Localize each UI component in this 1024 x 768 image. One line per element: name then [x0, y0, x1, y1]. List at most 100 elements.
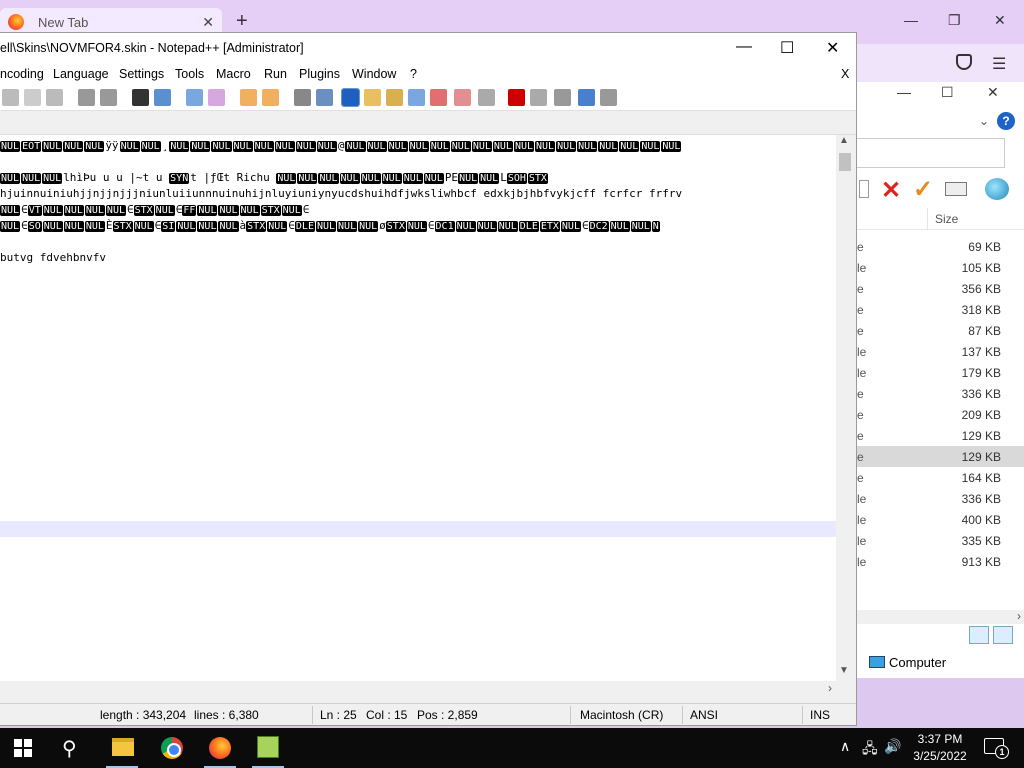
- file-row[interactable]: e 69 KB: [857, 236, 1024, 257]
- taskbar-file-explorer[interactable]: [98, 728, 146, 768]
- word-wrap-icon[interactable]: [294, 89, 311, 106]
- explorer-minimize-button[interactable]: —: [897, 84, 911, 100]
- volume-icon[interactable]: 🔊: [884, 738, 901, 755]
- replace-icon[interactable]: [154, 89, 171, 106]
- file-row[interactable]: e 87 KB: [857, 320, 1024, 341]
- paste-icon[interactable]: [46, 89, 63, 106]
- stop-macro-icon[interactable]: [530, 89, 547, 106]
- explorer-horizontal-scrollbar[interactable]: ›: [857, 609, 1024, 624]
- sync-horizontal-icon[interactable]: [262, 89, 279, 106]
- browser-minimize-button[interactable]: —: [904, 12, 918, 28]
- monitoring-icon[interactable]: [478, 89, 495, 106]
- npp-titlebar[interactable]: ell\Skins\NOVMFOR4.skin - Notepad++ [Adm…: [0, 33, 856, 63]
- npp-close-button[interactable]: ✕: [826, 38, 839, 58]
- chevron-down-icon[interactable]: ⌄: [979, 114, 989, 128]
- column-separator[interactable]: [927, 208, 928, 230]
- undo-icon[interactable]: [78, 89, 95, 106]
- cut-icon[interactable]: [2, 89, 19, 106]
- tab-close-icon[interactable]: ✕: [202, 14, 214, 31]
- file-row[interactable]: le 105 KB: [857, 257, 1024, 278]
- file-row[interactable]: le 179 KB: [857, 362, 1024, 383]
- file-row[interactable]: e 164 KB: [857, 467, 1024, 488]
- find-icon[interactable]: [132, 89, 149, 106]
- folder-workspace-icon[interactable]: [454, 89, 471, 106]
- record-macro-icon[interactable]: [508, 89, 525, 106]
- taskbar-notepad-plus-plus[interactable]: [244, 728, 292, 768]
- pocket-icon[interactable]: [956, 54, 972, 70]
- file-row[interactable]: le 335 KB: [857, 530, 1024, 551]
- file-row-selected[interactable]: e 129 KB: [857, 446, 1024, 467]
- column-size-header[interactable]: Size: [935, 212, 958, 226]
- scroll-right-icon[interactable]: ›: [828, 681, 832, 695]
- doc-list-icon[interactable]: [408, 89, 425, 106]
- copy-icon[interactable]: [24, 89, 41, 106]
- npp-editor[interactable]: NUL EOT NUL NUL NUL ÿÿ NUL NUL ¸ NUL NUL NUL NUL NUL N…: [0, 135, 836, 681]
- menu-window[interactable]: Window: [352, 67, 396, 81]
- browser-restore-button[interactable]: ❐: [948, 12, 961, 29]
- details-view-icon[interactable]: [969, 626, 989, 644]
- npp-maximize-button[interactable]: ☐: [780, 38, 794, 58]
- help-icon[interactable]: ?: [997, 112, 1015, 130]
- browser-close-button[interactable]: ✕: [994, 12, 1006, 29]
- file-row[interactable]: e 318 KB: [857, 299, 1024, 320]
- sync-vertical-icon[interactable]: [240, 89, 257, 106]
- menu-settings[interactable]: Settings: [119, 67, 164, 81]
- close-document-button[interactable]: X: [841, 67, 849, 81]
- status-insert-mode[interactable]: INS: [810, 708, 830, 722]
- scroll-up-icon[interactable]: ▲: [839, 135, 849, 146]
- taskbar-clock[interactable]: 3:37 PM 3/25/2022: [908, 731, 972, 765]
- show-all-characters-icon[interactable]: [316, 89, 333, 106]
- save-macro-icon[interactable]: [600, 89, 617, 106]
- new-tab-button[interactable]: +: [236, 10, 248, 33]
- run-macro-multiple-icon[interactable]: [578, 89, 595, 106]
- file-row[interactable]: le 400 KB: [857, 509, 1024, 530]
- status-eol[interactable]: Macintosh (CR): [580, 708, 663, 722]
- function-list-icon[interactable]: [430, 89, 447, 106]
- explorer-close-button[interactable]: ✕: [987, 84, 999, 101]
- notification-center-button[interactable]: 1: [984, 738, 1009, 759]
- scrollbar-thumb[interactable]: [839, 153, 851, 171]
- file-row[interactable]: e 356 KB: [857, 278, 1024, 299]
- tray-overflow-chevron[interactable]: ∧: [840, 738, 850, 755]
- file-row[interactable]: le 336 KB: [857, 488, 1024, 509]
- taskbar-firefox[interactable]: [196, 728, 244, 768]
- scroll-right-icon[interactable]: ›: [1017, 609, 1021, 623]
- status-encoding[interactable]: ANSI: [690, 708, 718, 722]
- scroll-down-icon[interactable]: ▼: [839, 665, 849, 676]
- file-row[interactable]: e 129 KB: [857, 425, 1024, 446]
- rename-icon[interactable]: [945, 182, 967, 196]
- browser-menu-icon[interactable]: ☰: [992, 54, 1006, 74]
- npp-minimize-button[interactable]: —: [736, 38, 752, 56]
- panel-icon[interactable]: [859, 180, 869, 198]
- network-icon[interactable]: 🖧: [862, 738, 878, 762]
- file-row[interactable]: le 137 KB: [857, 341, 1024, 362]
- menu-tools[interactable]: Tools: [175, 67, 204, 81]
- menu-plugins[interactable]: Plugins: [299, 67, 340, 81]
- explorer-search-input[interactable]: [857, 138, 1005, 168]
- play-macro-icon[interactable]: [554, 89, 571, 106]
- file-row[interactable]: le 913 KB: [857, 551, 1024, 572]
- taskbar-chrome[interactable]: [148, 728, 196, 768]
- menu-run[interactable]: Run: [264, 67, 287, 81]
- file-row[interactable]: e 336 KB: [857, 383, 1024, 404]
- redo-icon[interactable]: [100, 89, 117, 106]
- npp-horizontal-scrollbar[interactable]: ›: [0, 681, 836, 697]
- menu-language[interactable]: Language: [53, 67, 109, 81]
- explorer-maximize-button[interactable]: ☐: [941, 84, 954, 101]
- menu-macro[interactable]: Macro: [216, 67, 251, 81]
- menu-encoding[interactable]: ncoding: [0, 67, 44, 81]
- globe-icon[interactable]: [985, 178, 1009, 200]
- file-row[interactable]: e 209 KB: [857, 404, 1024, 425]
- doc-map-icon[interactable]: [386, 89, 403, 106]
- indent-guide-icon[interactable]: [341, 88, 360, 107]
- check-icon[interactable]: ✓: [913, 175, 933, 204]
- npp-vertical-scrollbar[interactable]: ▲ ▼: [836, 135, 854, 681]
- large-icons-view-icon[interactable]: [993, 626, 1013, 644]
- menu-help[interactable]: ?: [410, 67, 417, 81]
- delete-icon[interactable]: ✕: [881, 176, 901, 205]
- zoom-out-icon[interactable]: [208, 89, 225, 106]
- start-button[interactable]: [14, 739, 32, 757]
- nav-item-computer[interactable]: Computer: [867, 654, 1024, 676]
- search-icon[interactable]: ⚲: [62, 736, 77, 761]
- udl-icon[interactable]: [364, 89, 381, 106]
